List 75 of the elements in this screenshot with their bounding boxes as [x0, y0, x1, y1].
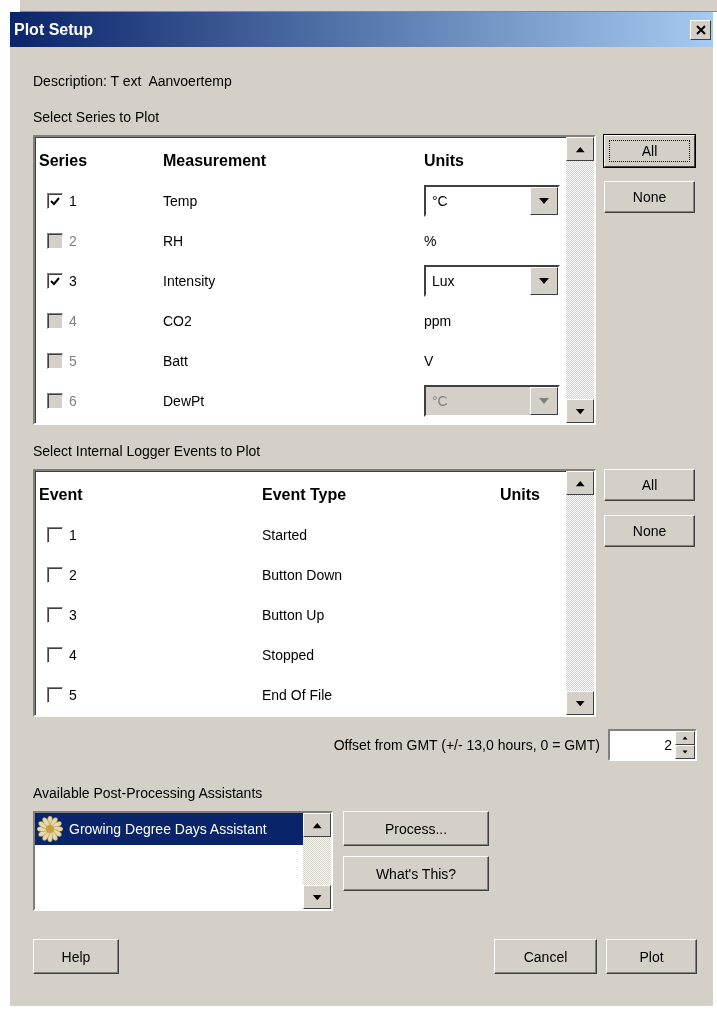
series-number: 2: [69, 233, 77, 249]
select-button[interactable]: All: [604, 469, 695, 501]
scrollbar[interactable]: [566, 137, 594, 423]
down-arrow-icon: [574, 407, 586, 415]
column-header: Units: [424, 152, 465, 170]
select-button[interactable]: All: [604, 135, 695, 167]
event-number: 1: [69, 527, 77, 543]
checkmark-icon: [50, 276, 60, 286]
select-button[interactable]: None: [604, 181, 695, 213]
help-button[interactable]: Help: [33, 939, 119, 974]
section-label: Available Post-Processing Assistants: [33, 784, 264, 803]
select-button[interactable]: None: [604, 515, 695, 547]
scroll-down-button[interactable]: [303, 885, 331, 909]
series-number: 3: [69, 273, 77, 289]
offset-label: Offset from GMT (+/- 13,0 hours, 0 = GMT): [333, 736, 600, 755]
event-number: 3: [69, 607, 77, 623]
event-number: 5: [69, 687, 77, 703]
down-arrow-icon: [682, 750, 688, 754]
units-dropdown[interactable]: °C: [424, 185, 560, 217]
scroll-down-button[interactable]: [566, 399, 594, 423]
scrollbar[interactable]: [303, 813, 331, 909]
units-cell-text: V: [424, 353, 435, 369]
event-type-cell-text: Button Up: [262, 607, 326, 623]
measurement-cell-text: Batt: [163, 353, 189, 369]
series-number: 6: [69, 393, 77, 409]
up-arrow-icon: [574, 145, 586, 153]
down-arrow-icon: [311, 893, 323, 901]
measurement-cell-text: RH: [163, 233, 185, 249]
column-header: Event: [39, 486, 84, 504]
units-dropdown[interactable]: Lux: [424, 265, 560, 297]
column-header: Event Type: [262, 486, 348, 504]
series-number: 5: [69, 353, 77, 369]
event-number: 4: [69, 647, 77, 663]
down-arrow-icon: [538, 397, 550, 405]
up-arrow-icon: [574, 479, 586, 487]
close-button[interactable]: [690, 19, 711, 40]
measurement-cell-text: Temp: [163, 193, 199, 209]
measurement-cell-text: CO2: [163, 313, 193, 329]
units-cell-text: %: [424, 233, 438, 249]
scroll-down-button[interactable]: [566, 691, 594, 715]
flower-icon: [37, 816, 63, 842]
event-type-cell-text: Started: [262, 527, 309, 543]
close-icon: [695, 24, 706, 35]
units-cell-text: ppm: [424, 313, 453, 329]
column-header: Units: [500, 486, 541, 504]
dialog-button[interactable]: Plot: [606, 939, 697, 974]
assistant-item[interactable]: Growing Degree Days Assistant: [35, 813, 303, 845]
assistant-button[interactable]: Process...: [343, 811, 489, 846]
column-header: Measurement: [163, 152, 268, 170]
offset-spinner[interactable]: 2: [608, 729, 697, 761]
description-text: Description: T ext Aanvoertemp: [33, 72, 233, 91]
scrollbar[interactable]: [566, 471, 594, 715]
section-label: Select Internal Logger Events to Plot: [33, 442, 262, 461]
dialog-button[interactable]: Cancel: [494, 939, 597, 974]
event-type-cell-text: Stopped: [262, 647, 316, 663]
assistant-button[interactable]: What's This?: [343, 856, 489, 891]
scroll-up-button[interactable]: [303, 813, 331, 837]
event-type-cell-text: End Of File: [262, 687, 334, 703]
up-arrow-icon: [311, 821, 323, 829]
series-number: 4: [69, 313, 77, 329]
down-arrow-icon: [538, 277, 550, 285]
series-number: 1: [69, 193, 77, 209]
window-title: Plot Setup: [14, 20, 94, 39]
down-arrow-icon: [574, 699, 586, 707]
measurement-cell-text: DewPt: [163, 393, 206, 409]
scroll-up-button[interactable]: [566, 471, 594, 495]
up-arrow-icon: [682, 736, 688, 740]
column-header: Series: [39, 152, 89, 170]
section-label: Select Series to Plot: [33, 108, 161, 127]
measurement-cell-text: Intensity: [163, 273, 217, 289]
down-arrow-icon: [538, 197, 550, 205]
event-number: 2: [69, 567, 77, 583]
checkmark-icon: [50, 196, 60, 206]
event-type-cell-text: Button Down: [262, 567, 344, 583]
scroll-up-button[interactable]: [566, 137, 594, 161]
